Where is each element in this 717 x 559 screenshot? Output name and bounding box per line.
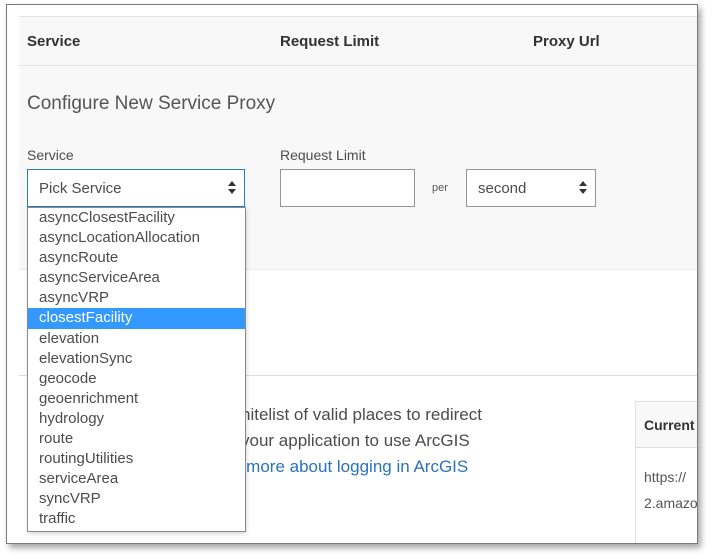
period-select-value: second	[478, 180, 527, 197]
select-arrows-icon	[579, 180, 587, 196]
service-option-asyncServiceArea[interactable]: asyncServiceArea	[28, 268, 245, 288]
service-option-asyncVRP[interactable]: asyncVRP	[28, 288, 245, 308]
period-select[interactable]: second	[466, 169, 596, 207]
service-option-closestFacility[interactable]: closestFacility	[28, 308, 245, 329]
column-header-proxy-url[interactable]: Proxy Url	[533, 33, 600, 50]
current-card-header: Current	[636, 402, 697, 448]
proxy-table-header: Service Request Limit Proxy Url	[19, 16, 697, 66]
service-label: Service	[27, 147, 74, 163]
current-card-url: https://	[644, 469, 687, 485]
service-option-serviceArea[interactable]: serviceArea	[28, 469, 245, 489]
current-card: Current https:// 2.amazo	[635, 401, 698, 543]
service-option-traffic[interactable]: traffic	[28, 509, 245, 529]
request-limit-label: Request Limit	[280, 147, 366, 163]
service-option-elevation[interactable]: elevation	[28, 329, 245, 349]
request-limit-input[interactable]	[280, 169, 415, 207]
select-arrows-icon	[228, 180, 236, 196]
panel-title: Configure New Service Proxy	[27, 93, 276, 114]
service-option-route[interactable]: route	[28, 429, 245, 449]
service-option-elevationSync[interactable]: elevationSync	[28, 349, 245, 369]
description-line: your application to use ArcGIS	[241, 431, 470, 450]
service-select[interactable]: Pick Service	[27, 169, 245, 207]
service-option-geoenrichment[interactable]: geoenrichment	[28, 389, 245, 409]
service-option-asyncLocationAllocation[interactable]: asyncLocationAllocation	[28, 228, 245, 248]
service-option-syncVRP[interactable]: syncVRP	[28, 489, 245, 509]
current-card-url: 2.amazo	[644, 495, 698, 511]
service-option-routingUtilities[interactable]: routingUtilities	[28, 449, 245, 469]
service-dropdown-list[interactable]: asyncClosestFacility asyncLocationAllocat…	[27, 207, 246, 532]
service-select-value: Pick Service	[39, 180, 122, 197]
column-header-service[interactable]: Service	[27, 33, 80, 50]
description-line: hitelist of valid places to redirect	[241, 405, 482, 424]
service-option-geocode[interactable]: geocode	[28, 369, 245, 389]
service-option-asyncClosestFacility[interactable]: asyncClosestFacility	[28, 208, 245, 228]
service-option-asyncRoute[interactable]: asyncRoute	[28, 248, 245, 268]
app-window: Service Request Limit Proxy Url Configur…	[6, 4, 698, 544]
logging-learn-more-link[interactable]: n more about logging in ArcGIS	[232, 457, 468, 477]
column-header-request-limit[interactable]: Request Limit	[280, 33, 379, 50]
service-option-hydrology[interactable]: hydrology	[28, 409, 245, 429]
per-label: per	[432, 182, 448, 194]
current-card-title: Current	[644, 417, 695, 433]
